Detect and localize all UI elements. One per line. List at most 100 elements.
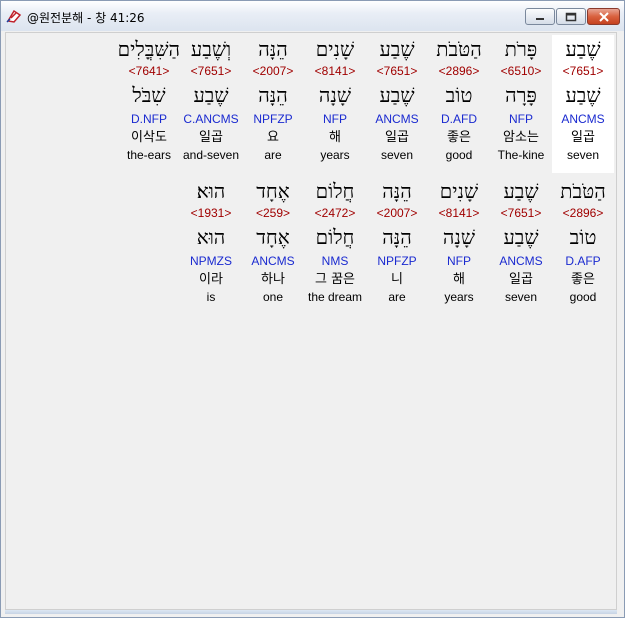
lemma-word: שֶׁבַע — [565, 83, 601, 107]
lemma-word: שִׁבֹּל — [132, 83, 166, 107]
title-bar[interactable]: @원전분해 - 창 41:26 — [1, 1, 624, 31]
hebrew-word: שָׁנִים — [315, 37, 355, 61]
app-window: @원전분해 - 창 41:26 הַשִּׁבֳּלִים <7641> שִׁבֹ… — [0, 0, 625, 618]
lemma-word: שֶׁבַע — [503, 225, 539, 249]
korean-gloss: 암소는 — [503, 130, 539, 145]
lemma-word: הֵנָּה — [382, 225, 412, 249]
strong-number[interactable]: <7651> — [366, 63, 428, 79]
morphology-code: NFP — [323, 112, 347, 126]
lemma-word: טוֹב — [445, 83, 473, 107]
word-cell[interactable]: הֵנָּה <2007> הֵנָּה NPFZP 니 are — [366, 177, 428, 305]
hebrew-word: שֶׁבַע — [503, 179, 539, 203]
korean-gloss: 일곱 — [509, 272, 533, 287]
hebrew-word: פָּרֹת — [504, 37, 538, 61]
english-gloss: years — [444, 290, 474, 304]
minimize-icon — [536, 17, 544, 20]
korean-gloss: 일곱 — [571, 130, 595, 145]
lemma-word: פָּרָה — [505, 83, 537, 107]
morphology-code: ANCMS — [561, 112, 605, 126]
english-gloss: and-seven — [182, 148, 240, 162]
strong-number[interactable]: <2007> — [366, 205, 428, 221]
morphology-code: ANCMS — [375, 112, 419, 126]
word-cell[interactable]: שָׁנִים <8141> שָׁנָה NFP 해 years — [304, 35, 366, 163]
morphology-code: NPFZP — [253, 112, 293, 126]
strong-number[interactable]: <6510> — [490, 63, 552, 79]
morphology-code: D.AFP — [565, 254, 601, 268]
strong-number[interactable]: <7641> — [118, 63, 180, 79]
word-cell[interactable]: שֶׁבַע <7651> שֶׁבַע ANCMS 일곱 seven — [366, 35, 428, 163]
maximize-button[interactable] — [556, 8, 586, 25]
word-cell[interactable]: הוּא׃ <1931> הוּא NPMZS 이라 is — [180, 177, 242, 305]
strong-number[interactable]: <2896> — [428, 63, 490, 79]
korean-gloss: 일곱 — [199, 130, 223, 145]
hebrew-word: הַשִּׁבֳּלִים — [117, 37, 180, 61]
minimize-button[interactable] — [525, 8, 555, 25]
korean-gloss: 이라 — [199, 272, 223, 287]
word-cell[interactable]: וְשֶׁבַע <7651> שֶׁבַע C.ANCMS 일곱 and-seven — [180, 35, 242, 163]
morphology-code: D.NFP — [131, 112, 167, 126]
english-gloss: is — [206, 290, 216, 304]
hebrew-word: הַטֹּבֹת — [560, 179, 606, 203]
maximize-icon — [565, 12, 577, 21]
window-title: @원전분해 - 창 41:26 — [27, 11, 145, 25]
lemma-word: שֶׁבַע — [193, 83, 229, 107]
strong-number[interactable]: <7651> — [180, 63, 242, 79]
strong-number[interactable]: <8141> — [304, 63, 366, 79]
english-gloss: The-kine — [497, 148, 545, 162]
lemma-word: הֵנָּה — [258, 83, 288, 107]
morphology-code: NFP — [509, 112, 533, 126]
strong-number[interactable]: <2896> — [552, 205, 614, 221]
word-cell[interactable]: חֲלוֹם <2472> חֲלוֹם NMS 그 꿈은 the dream — [304, 177, 366, 305]
morphology-code: NFP — [447, 254, 471, 268]
close-icon — [598, 11, 609, 22]
strong-number[interactable]: <2007> — [242, 63, 304, 79]
english-gloss: the-ears — [126, 148, 172, 162]
english-gloss: are — [264, 148, 282, 162]
word-cell[interactable]: הַטֹּבֹת <2896> טוֹב D.AFD 좋은 good — [428, 35, 490, 163]
app-logo-icon — [5, 8, 23, 24]
close-button[interactable] — [587, 8, 620, 25]
hebrew-word: הוּא׃ — [196, 179, 226, 203]
korean-gloss: 해 — [329, 130, 341, 145]
hebrew-word: הֵנָּה — [382, 179, 412, 203]
korean-gloss: 이삭도 — [131, 130, 167, 145]
strong-number[interactable]: <7651> — [490, 205, 552, 221]
lemma-word: שָׁנָה — [442, 225, 476, 249]
hebrew-word: שֶׁבַע — [565, 37, 601, 61]
english-gloss: one — [262, 290, 284, 304]
korean-gloss: 하나 — [261, 272, 285, 287]
english-gloss: years — [320, 148, 350, 162]
interlinear-panel[interactable]: הַשִּׁבֳּלִים <7641> שִׁבֹּל D.NFP 이삭도 the-ea… — [5, 32, 617, 610]
english-gloss: the dream — [307, 290, 363, 304]
strong-number[interactable]: <7651> — [552, 63, 614, 79]
english-gloss: seven — [566, 148, 600, 162]
strong-number[interactable]: <1931> — [180, 205, 242, 221]
hebrew-word: הֵנָּה — [258, 37, 288, 61]
word-cell[interactable]: שָׁנִים <8141> שָׁנָה NFP 해 years — [428, 177, 490, 305]
morphology-code: ANCMS — [499, 254, 543, 268]
korean-gloss: 그 꿈은 — [314, 272, 355, 287]
word-cell[interactable]: הֵנָּה <2007> הֵנָּה NPFZP 요 are — [242, 35, 304, 163]
word-cell[interactable]: שֶׁבַע <7651> שֶׁבַע ANCMS 일곱 seven — [552, 35, 614, 173]
lemma-word: חֲלוֹם — [315, 225, 355, 249]
word-cell[interactable]: הַשִּׁבֳּלִים <7641> שִׁבֹּל D.NFP 이삭도 the-ea… — [118, 35, 180, 163]
morphology-code: NMS — [321, 254, 349, 268]
word-cell[interactable]: אֶחָד <259> אֶחָד ANCMS 하나 one — [242, 177, 304, 305]
korean-gloss: 좋은 — [571, 272, 595, 287]
lemma-word: הוּא — [196, 225, 226, 249]
word-cell[interactable]: פָּרֹת <6510> פָּרָה NFP 암소는 The-kine — [490, 35, 552, 163]
korean-gloss: 일곱 — [385, 130, 409, 145]
lemma-word: טוֹב — [569, 225, 597, 249]
english-gloss: good — [445, 148, 473, 162]
word-cell[interactable]: שֶׁבַע <7651> שֶׁבַע ANCMS 일곱 seven — [490, 177, 552, 305]
hebrew-word: הַטֹּבֹת — [436, 37, 482, 61]
english-gloss: seven — [380, 148, 414, 162]
strong-number[interactable]: <2472> — [304, 205, 366, 221]
english-gloss: seven — [504, 290, 538, 304]
strong-number[interactable]: <259> — [242, 205, 304, 221]
strong-number[interactable]: <8141> — [428, 205, 490, 221]
hebrew-word: וְשֶׁבַע — [190, 37, 232, 61]
hebrew-word: חֲלוֹם — [315, 179, 355, 203]
word-cell[interactable]: הַטֹּבֹת <2896> טוֹב D.AFP 좋은 good — [552, 177, 614, 305]
korean-gloss: 해 — [453, 272, 465, 287]
